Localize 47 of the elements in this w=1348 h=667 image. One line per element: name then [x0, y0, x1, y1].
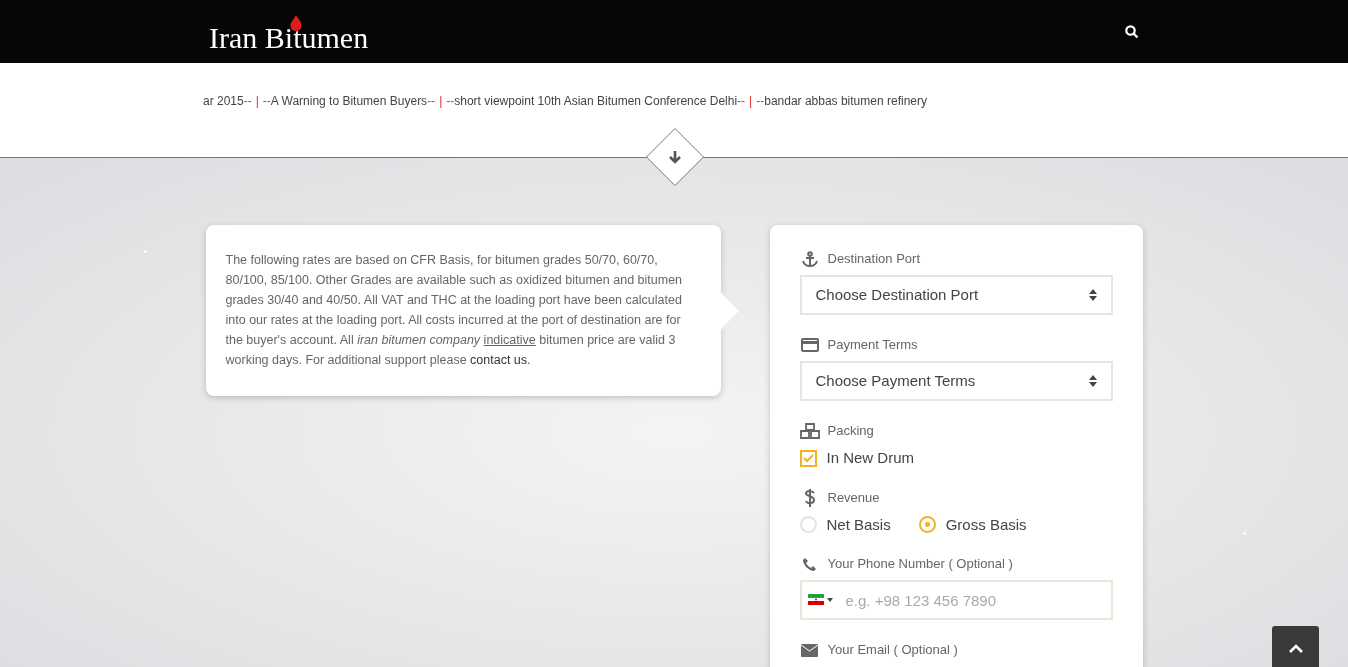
field-label: Your Email ( Optional )	[827, 641, 958, 660]
ticker-dashes: --	[243, 93, 252, 110]
ticker-dashes: --	[737, 93, 746, 110]
cubes-icon	[799, 423, 820, 439]
ticker-dashes: --	[446, 93, 455, 110]
back-to-top-button[interactable]	[1272, 626, 1319, 667]
phone-field[interactable]: e.g. +98 123 456 7890	[799, 580, 1113, 620]
logo[interactable]: Iran Bitumen	[209, 20, 369, 54]
scroll-down-button[interactable]	[646, 128, 704, 186]
credit-card-icon	[800, 338, 819, 352]
ticker-item[interactable]: bandar abbas bitumen refinery	[764, 92, 927, 110]
ticker-divider: |	[439, 93, 443, 110]
phone-icon	[802, 556, 817, 572]
field-label: Your Phone Number ( Optional )	[827, 555, 1013, 574]
arrow-down-icon	[668, 150, 682, 164]
field-label: Destination Port	[827, 250, 920, 269]
ticker-item[interactable]: ar 2015	[203, 92, 244, 110]
radio-button[interactable]	[799, 516, 817, 534]
field-label: Payment Terms	[827, 336, 918, 355]
select-field[interactable]: Choose Payment Terms	[799, 361, 1113, 401]
ticker-item[interactable]: A Warning to Bitumen Buyers	[270, 92, 428, 110]
ticker-dashes: --	[756, 93, 765, 110]
ticker-item[interactable]: short viewpoint 10th Asian Bitumen Conference Delhi	[454, 92, 738, 110]
radio-option[interactable]: Gross Basis	[918, 513, 1027, 536]
radio-option[interactable]: Net Basis	[799, 513, 891, 536]
checkbox-option[interactable]: In New Drum	[799, 447, 1143, 470]
select-field[interactable]: Choose Destination Port	[799, 275, 1113, 315]
chevron-up-icon	[1288, 644, 1303, 653]
sort-icon	[1088, 289, 1097, 301]
ticker-dashes: --	[427, 93, 436, 110]
info-paragraph: The following rates are based on CFR Basis, for bitumen grades 50/70, 60/70, 80/100, 85/100. Other Grades are available such as oxidized bitumen and bitumen grades 30/40 and 40/50. All VAT and THC at the loading port have been calculated into our rates at the loading port. All costs incurred at the port of destination are for the buyer's account. All iran bitumen company indicative bitumen price are valid 3 working days. For additional support please contact us.	[225, 252, 684, 369]
field-label: Revenue	[827, 488, 880, 507]
sort-icon	[1088, 375, 1097, 387]
check-icon	[802, 453, 814, 463]
radio-button[interactable]	[918, 516, 936, 534]
envelope-icon	[801, 643, 818, 657]
ticker-divider: |	[749, 93, 753, 110]
caret-icon	[826, 597, 833, 602]
anchor-icon	[800, 251, 819, 267]
dollar-icon	[803, 488, 816, 507]
search-icon[interactable]	[1125, 24, 1139, 39]
ticker-dashes: --	[262, 93, 271, 110]
checkbox[interactable]	[799, 449, 817, 467]
ticker-divider: |	[255, 93, 259, 110]
field-label: Packing	[827, 422, 874, 441]
country-dropdown[interactable]	[807, 594, 833, 605]
flag-icon	[807, 594, 824, 605]
